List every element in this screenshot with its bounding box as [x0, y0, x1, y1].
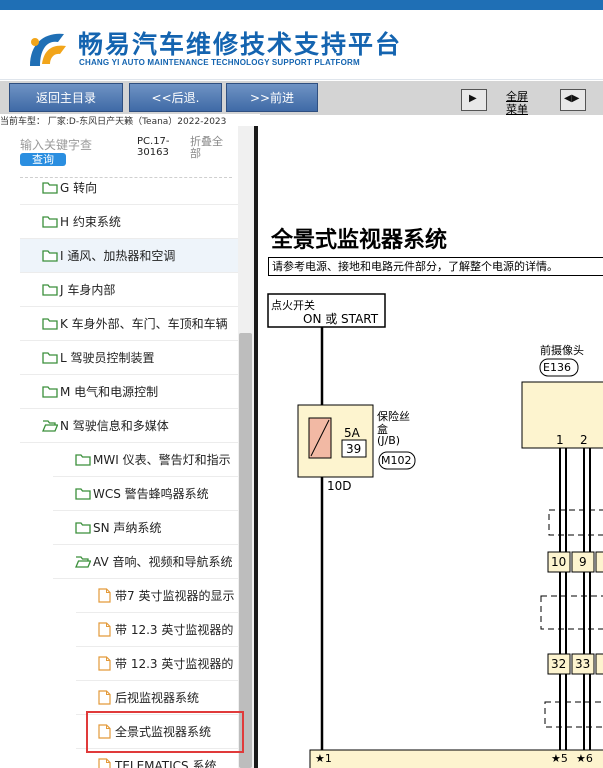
tree-item-label: J 车身内部 [60, 283, 116, 297]
logo-icon [30, 33, 66, 66]
tree-folder-item[interactable]: K 车身外部、车门、车顶和车辆 [20, 307, 238, 341]
camera-connector: E136 [543, 361, 571, 374]
tree-item-label: 带7 英寸监视器的显示 [115, 589, 235, 603]
tree-document-item[interactable]: 后视监视器系统 [76, 681, 238, 715]
tree-folder-item[interactable]: J 车身内部 [20, 273, 238, 307]
star-1: ★1 [315, 752, 332, 765]
home-button[interactable]: 返回主目录 [9, 83, 123, 112]
fuse-number: 39 [346, 442, 362, 456]
document-icon [98, 588, 115, 603]
folder-icon [75, 487, 93, 501]
document-icon [98, 622, 115, 637]
document-icon [98, 656, 115, 671]
expand-panel-icon[interactable]: ◀▶ [560, 89, 586, 111]
tree-item-label: 带 12.3 英寸监视器的 [115, 623, 234, 637]
collapse-all-button[interactable]: 折叠全部 [190, 136, 230, 160]
fuse-terminal: 10D [327, 479, 352, 493]
document-icon [98, 690, 115, 705]
fullscreen-menu-link[interactable]: 全屏 菜单 [506, 90, 528, 116]
wiring-diagram: 全景式监视器系统 请参考电源、接地和电路元件部分，了解整个电源的详情。 点火开关… [258, 126, 603, 768]
document-code: PC.17-30163 [137, 136, 170, 158]
folder-icon [42, 317, 60, 331]
tree-item-label: L 驾驶员控制装置 [60, 351, 155, 365]
tree-item-label: 后视监视器系统 [115, 691, 200, 705]
tree-folder-item[interactable]: SN 声纳系统 [53, 511, 238, 545]
folder-icon [75, 521, 93, 535]
ignition-state: ON 或 START [303, 312, 379, 326]
tree-folder-item[interactable]: M 电气和电源控制 [20, 375, 238, 409]
tree-item-label: M 电气和电源控制 [60, 385, 159, 399]
tree-item-label: H 约束系统 [60, 215, 121, 229]
search-input[interactable]: 输入关键字查 [20, 136, 92, 153]
folder-icon [42, 283, 60, 297]
tree-folder-item[interactable]: I 通风、加热器和空调 [20, 239, 238, 273]
tree-item-label: 带 12.3 英寸监视器的 [115, 657, 234, 671]
star-6: ★6 [576, 752, 593, 765]
tree-folder-item[interactable]: WCS 警告蜂鸣器系统 [53, 477, 238, 511]
app-header: 畅易汽车维修技术支持平台 CHANG YI AUTO MAINTENANCE T… [0, 10, 603, 80]
collapse-panel-icon[interactable]: ▶ [461, 89, 487, 111]
folder-icon [42, 249, 60, 263]
tree-item-label: K 车身外部、车门、车顶和车辆 [60, 317, 228, 331]
pin-9: 9 [579, 555, 587, 569]
star-5: ★5 [551, 752, 568, 765]
folder-icon [42, 215, 60, 229]
tree-document-item[interactable]: 带7 英寸监视器的显示 [76, 579, 238, 613]
tree-item-label: AV 音响、视频和导航系统 [93, 555, 233, 569]
sidebar-scroll-thumb[interactable] [239, 333, 252, 768]
pin-2: 2 [580, 433, 588, 447]
pin-10: 10 [551, 555, 567, 569]
top-accent-bar [0, 0, 603, 10]
tree-item-label: WCS 警告蜂鸣器系统 [93, 487, 209, 501]
tree-document-item[interactable]: 带 12.3 英寸监视器的 [76, 647, 238, 681]
forward-button[interactable]: >>前进 [226, 83, 318, 112]
tree-folder-item[interactable]: N 驾驶信息和多媒体 [20, 409, 238, 443]
brand-subtitle: CHANG YI AUTO MAINTENANCE TECHNOLOGY SUP… [79, 58, 360, 67]
tree-item-label: TELEMATICS 系统 [115, 759, 217, 768]
selection-highlight [86, 711, 244, 753]
tree-item-label: SN 声纳系统 [93, 521, 162, 535]
tree-folder-item[interactable]: MWI 仪表、警告灯和指示 [53, 443, 238, 477]
query-button[interactable]: 查询 [20, 153, 66, 166]
camera-label: 前摄像头 [540, 344, 584, 357]
tree-folder-item[interactable]: L 驾驶员控制装置 [20, 341, 238, 375]
fuse-box-label-3: (J/B) [377, 434, 401, 447]
fuse-rating: 5A [344, 426, 360, 440]
folder-icon [42, 351, 60, 365]
tree-item-label: N 驾驶信息和多媒体 [60, 419, 169, 433]
pin-33: 33 [575, 657, 591, 671]
tree-folder-item[interactable]: G 转向 [20, 171, 238, 205]
folder-icon [75, 453, 93, 467]
fuse-connector: M102 [381, 454, 412, 467]
tree-document-item[interactable]: 带 12.3 英寸监视器的 [76, 613, 238, 647]
tree-item-label: MWI 仪表、警告灯和指示 [93, 453, 231, 467]
pin-32: 32 [551, 657, 567, 671]
tree-item-label: I 通风、加热器和空调 [60, 249, 176, 263]
folder-open-icon [42, 419, 60, 433]
tree-folder-item[interactable]: AV 音响、视频和导航系统 [53, 545, 238, 579]
folder-open-icon [75, 555, 93, 569]
back-button[interactable]: <<后退. [129, 83, 222, 112]
vehicle-info: 当前车型： 厂家:D-东风日产天籁（Teana）2022-2023 [0, 114, 260, 126]
folder-icon [42, 385, 60, 399]
folder-icon [42, 181, 60, 195]
brand-title: 畅易汽车维修技术支持平台 [78, 30, 403, 59]
tree-item-label: G 转向 [60, 181, 98, 195]
pin-1: 1 [556, 433, 564, 447]
sidebar-tree: 输入关键字查 查询 PC.17-30163 折叠全部 G 转向 H 约束系统 I 通… [0, 126, 254, 768]
document-icon [98, 758, 115, 768]
tree-folder-item[interactable]: H 约束系统 [20, 205, 238, 239]
wiring-diagram-drawing [267, 293, 603, 768]
